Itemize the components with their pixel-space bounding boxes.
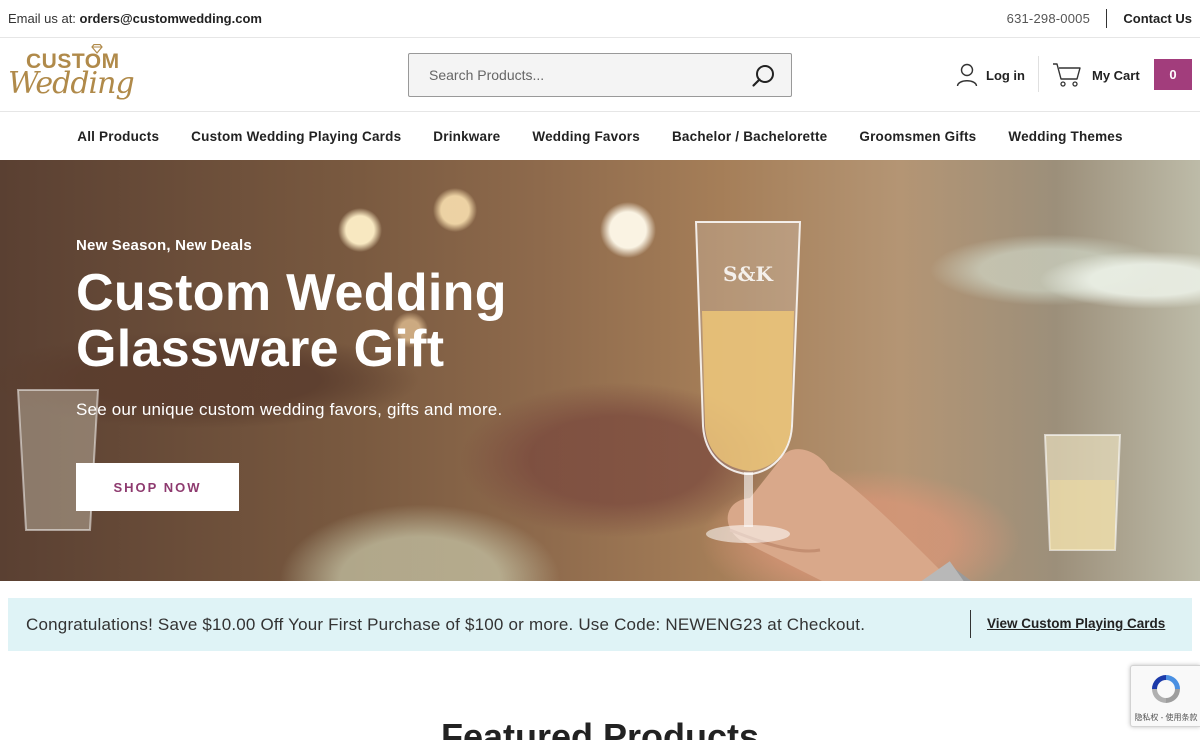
email-info: Email us at: orders@customwedding.com xyxy=(8,11,262,26)
login-link[interactable]: Log in xyxy=(956,60,1025,90)
nav-item-bachelor-bachelorette[interactable]: Bachelor / Bachelorette xyxy=(672,129,827,144)
nav-item-wedding-themes[interactable]: Wedding Themes xyxy=(1008,129,1122,144)
email-label: Email us at: xyxy=(8,11,80,26)
site-header: CUSTOM Wedding Log in My Cart 0 xyxy=(0,38,1200,112)
email-link[interactable]: orders@customwedding.com xyxy=(80,11,262,26)
recaptcha-badge[interactable]: 隐私权 - 使用条款 xyxy=(1130,665,1200,727)
shop-now-button[interactable]: SHOP NOW xyxy=(76,463,239,511)
hero-title: Custom Wedding Glassware Gift xyxy=(76,264,507,378)
contact-us-link[interactable]: Contact Us xyxy=(1123,11,1192,26)
header-divider xyxy=(1038,56,1039,92)
main-nav: All Products Custom Wedding Playing Card… xyxy=(0,112,1200,160)
login-label: Log in xyxy=(986,67,1025,83)
recaptcha-icon xyxy=(1152,675,1180,703)
nav-item-drinkware[interactable]: Drinkware xyxy=(433,129,500,144)
cart-count-badge[interactable]: 0 xyxy=(1154,59,1192,90)
cart-label: My Cart xyxy=(1092,67,1140,83)
hero-subtitle: See our unique custom wedding favors, gi… xyxy=(76,400,503,419)
view-playing-cards-link[interactable]: View Custom Playing Cards xyxy=(987,616,1165,631)
logo-text-wedding: Wedding xyxy=(8,66,135,101)
cart-icon xyxy=(1053,63,1081,87)
hero-kicker: New Season, New Deals xyxy=(76,237,252,254)
promo-divider xyxy=(970,610,971,638)
nav-item-wedding-favors[interactable]: Wedding Favors xyxy=(532,129,640,144)
top-bar-divider xyxy=(1106,9,1107,28)
nav-item-groomsmen-gifts[interactable]: Groomsmen Gifts xyxy=(859,129,976,144)
search-input[interactable] xyxy=(409,54,739,96)
phone-number[interactable]: 631-298-0005 xyxy=(1007,11,1090,26)
user-icon xyxy=(956,63,978,87)
promo-banner: Congratulations! Save $10.00 Off Your Fi… xyxy=(8,598,1192,651)
nav-item-all-products[interactable]: All Products xyxy=(77,129,159,144)
site-logo[interactable]: CUSTOM Wedding xyxy=(8,44,138,104)
promo-message: Congratulations! Save $10.00 Off Your Fi… xyxy=(26,615,866,634)
hero-banner: S&K New Season, New Deals Custom Wedding… xyxy=(0,160,1200,581)
glass-engraving: S&K xyxy=(723,262,774,286)
search-icon[interactable] xyxy=(751,63,777,89)
champagne-glass-image: S&K xyxy=(694,221,802,543)
top-bar: Email us at: orders@customwedding.com 63… xyxy=(0,0,1200,38)
nav-item-playing-cards[interactable]: Custom Wedding Playing Cards xyxy=(191,129,401,144)
search-bar xyxy=(408,53,792,97)
featured-products-heading: Featured Products xyxy=(440,716,760,740)
recaptcha-terms[interactable]: 隐私权 - 使用条款 xyxy=(1131,712,1200,723)
cart-link[interactable]: My Cart xyxy=(1052,60,1140,90)
